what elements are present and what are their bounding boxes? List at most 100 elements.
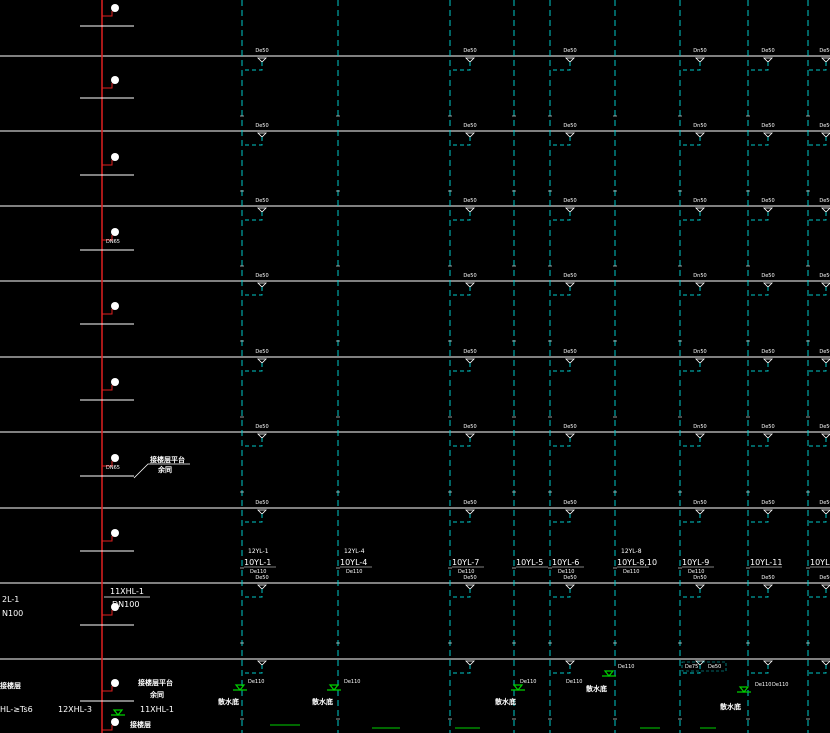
riser-note: 接楼层平台 [138, 678, 173, 687]
riser-tag: HL-≥Ts6 [0, 705, 33, 714]
branch-size-label: De50 [255, 349, 268, 355]
riser-note: 接楼层平台 [150, 455, 185, 464]
branch-size-label: De50 [563, 123, 576, 129]
drainage-riser-diagram: DN65DN65接楼层平台余同11XHL-1DN100接楼层平台余同12XHL-… [0, 0, 830, 733]
branch-size-label: De50 [819, 424, 830, 430]
branch-size-label: De50 [563, 198, 576, 204]
branch-size-label: De50 [761, 123, 774, 129]
riser-tag: 12YL-4 [344, 548, 365, 555]
riser-size-label: De110 [250, 569, 266, 575]
hydrant-valve-icon [111, 153, 119, 161]
outfall-size-label: De110 [344, 679, 360, 685]
riser-tag: 12YL-8 [621, 548, 642, 555]
riser-tag: 10YL-11 [750, 558, 782, 567]
branch-size-label: De50 [819, 273, 830, 279]
branch-size-label: De50 [463, 48, 476, 54]
branch-size-label: De50 [463, 500, 476, 506]
branch-size-label: De50 [761, 424, 774, 430]
hydrant-valve-icon [111, 679, 119, 687]
branch-size-label: De50 [463, 123, 476, 129]
riser-tag: 10YL-7 [452, 558, 479, 567]
riser-note: 接楼层 [0, 681, 21, 690]
riser-tag: N100 [2, 609, 23, 618]
hydrant-valve-icon [111, 4, 119, 12]
branch-size-label: De50 [761, 575, 774, 581]
branch-size-label: De50 [761, 198, 774, 204]
outfall-size-label: De110 [248, 679, 264, 685]
outfall-label: 散水底 [495, 697, 516, 706]
riser-tag: 10YL [810, 558, 830, 567]
branch-size-label: Dn50 [693, 123, 706, 129]
branch-size-label: Dn50 [693, 349, 706, 355]
branch-size-label: De50 [819, 575, 830, 581]
hydrant-valve-icon [111, 228, 119, 236]
branch-size-label: Dn50 [693, 424, 706, 430]
riser-note: 余同 [157, 465, 172, 474]
branch-size-label: De50 [255, 273, 268, 279]
riser-note: 接楼层 [130, 720, 151, 729]
branch-size-label: Dn50 [693, 500, 706, 506]
branch-size-label: De50 [255, 575, 268, 581]
branch-size-label: De50 [563, 48, 576, 54]
outfall-size-label: De110 [618, 664, 634, 670]
riser-tag: 10YL-4 [340, 558, 367, 567]
riser-size-label: De110 [558, 569, 574, 575]
hydrant-valve-icon [111, 76, 119, 84]
hydrant-valve-icon [111, 302, 119, 310]
branch-size-label: De50 [819, 198, 830, 204]
hydrant-valve-icon [111, 454, 119, 462]
branch-size-label: De50 [761, 273, 774, 279]
valve-size-label: DN65 [106, 239, 120, 245]
branch-size-label: De50 [463, 198, 476, 204]
branch-size-label: Dn50 [693, 48, 706, 54]
branch-size-label: De50 [819, 123, 830, 129]
riser-tag: 2L-1 [2, 595, 19, 604]
branch-size-label: De50 [255, 198, 268, 204]
riser-size-label: De110 [346, 569, 362, 575]
branch-size-label: De50 [463, 424, 476, 430]
branch-size-label: De50 [463, 575, 476, 581]
branch-size-label: Dn50 [693, 198, 706, 204]
riser-tag: 12XHL-3 [58, 705, 92, 714]
riser-tag: 10YL-6 [552, 558, 579, 567]
outfall-label: 散水底 [218, 697, 239, 706]
hydrant-valve-icon [111, 529, 119, 537]
branch-size-label: De50 [255, 500, 268, 506]
valve-size-label: DN65 [106, 465, 120, 471]
outfall-size-label: De110 [520, 679, 536, 685]
outfall-label: 散水底 [720, 702, 741, 711]
riser-tag: 11XHL-1 [140, 705, 174, 714]
outfall-size-label: De110 [566, 679, 582, 685]
branch-size-label: De50 [761, 349, 774, 355]
riser-tag: 11XHL-1 [110, 587, 144, 596]
branch-size-label: De50 [563, 575, 576, 581]
riser-size-label: De110 [688, 569, 704, 575]
hydrant-valve-icon [111, 718, 119, 726]
riser-size-label: De110 [623, 569, 639, 575]
outfall-size-label: De110 [755, 682, 771, 688]
branch-size-label: De50 [563, 273, 576, 279]
riser-tag: 10YL-9 [682, 558, 709, 567]
branch-size-label: De50 [463, 349, 476, 355]
outfall-label: 散水底 [586, 684, 607, 693]
riser-tag: 12YL-1 [248, 548, 269, 555]
branch-size-label: De50 [255, 123, 268, 129]
branch-size-label: De50 [819, 48, 830, 54]
riser-tag: 10YL-5 [516, 558, 543, 567]
branch-size-label: Dn50 [693, 575, 706, 581]
outfall-size-label: De110 [772, 682, 788, 688]
riser-note: 余同 [149, 690, 164, 699]
branch-size-label: De50 [255, 48, 268, 54]
branch-size-label: De50 [563, 500, 576, 506]
outfall-size-label: De75 [685, 664, 698, 670]
branch-size-label: De50 [255, 424, 268, 430]
hydrant-valve-icon [111, 378, 119, 386]
branch-size-label: De50 [819, 500, 830, 506]
riser-tag: 10YL-1 [244, 558, 271, 567]
outfall-size-label: De50 [708, 664, 721, 670]
branch-size-label: De50 [761, 48, 774, 54]
riser-tag: 10YL-8,10 [617, 558, 657, 567]
riser-tag: DN100 [112, 600, 139, 609]
branch-size-label: De50 [463, 273, 476, 279]
branch-size-label: De50 [819, 349, 830, 355]
